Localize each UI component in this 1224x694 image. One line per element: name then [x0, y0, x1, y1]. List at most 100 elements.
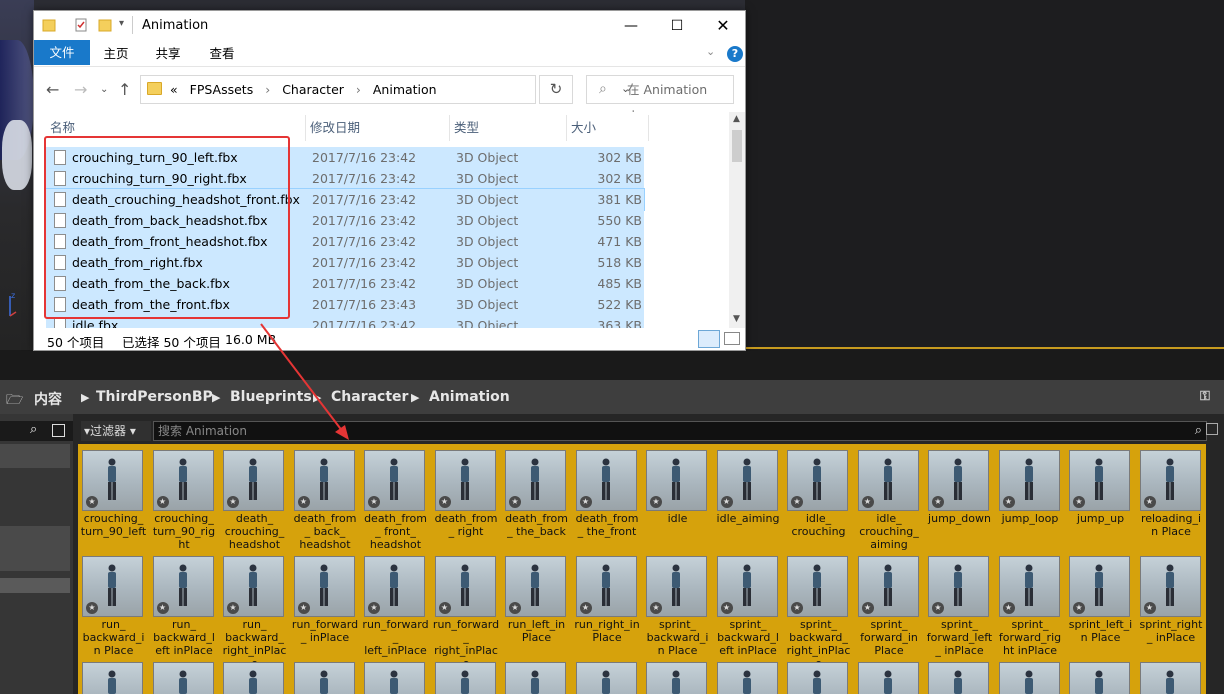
star-icon: ★	[861, 602, 874, 614]
character-figure-icon	[460, 670, 469, 694]
chevron-right-icon[interactable]: ›	[265, 82, 270, 97]
address-segment[interactable]: FPSAssets	[190, 82, 254, 97]
asset-grid[interactable]: ★ crouching_ turn_90_left ★ crouching_ turn…	[78, 444, 1206, 694]
asset-search-placeholder: 搜索 Animation	[158, 424, 247, 438]
address-bar[interactable]: « FPSAssets › Character › Animation ⌄	[140, 75, 630, 104]
search-input[interactable]: ⌕ 在 Animation 中...	[586, 75, 734, 124]
forward-arrow-icon[interactable]: →	[74, 80, 87, 99]
animation-thumbnail: ★	[1069, 450, 1130, 511]
tab-view[interactable]: 查看	[196, 43, 248, 65]
animation-thumbnail: ★	[998, 662, 1060, 694]
animation-thumbnail: ★	[82, 556, 143, 617]
scroll-up-icon[interactable]: ▲	[733, 114, 740, 124]
recent-locations-icon[interactable]: ⌄	[100, 84, 108, 95]
asset-label: sprint_ backward_left inPlace	[717, 618, 779, 657]
file-type: 3D Object	[456, 234, 519, 249]
vertical-scrollbar[interactable]: ▲ ▼	[729, 112, 745, 328]
new-folder-icon[interactable]	[98, 18, 112, 32]
sources-search[interactable]: ⌕	[0, 421, 73, 441]
breadcrumb-item[interactable]: ThirdPersonBP	[96, 389, 213, 405]
star-icon: ★	[579, 602, 592, 614]
animation-thumbnail: ★	[293, 450, 355, 511]
breadcrumb-item[interactable]: Animation	[429, 389, 510, 405]
chevron-right-icon[interactable]: ▶	[411, 391, 419, 404]
minimize-button[interactable]: —	[608, 11, 654, 40]
viewport-border	[745, 347, 1224, 349]
file-date: 2017/7/16 23:43	[312, 297, 417, 312]
star-icon: ★	[1073, 496, 1085, 508]
help-button[interactable]: ?	[727, 46, 743, 62]
character-figure-icon	[249, 564, 257, 606]
asset-label: death_from_ right	[434, 512, 498, 538]
asset-label: crouching_ turn_90_left	[80, 512, 147, 538]
source-folder-item[interactable]	[0, 444, 70, 468]
close-button[interactable]: ✕	[700, 11, 746, 40]
column-date[interactable]: 修改日期	[306, 115, 450, 141]
source-folder-item[interactable]	[0, 578, 70, 593]
large-icons-view-icon[interactable]	[724, 332, 740, 345]
viewport-dark-region	[745, 0, 1224, 350]
filter-button[interactable]: ▾过滤器 ▾	[81, 421, 151, 441]
star-icon: ★	[932, 496, 944, 508]
address-segment[interactable]: Character	[282, 82, 344, 97]
save-search-icon[interactable]	[1206, 423, 1218, 435]
file-size: 363 KB	[597, 318, 642, 328]
file-size: 522 KB	[597, 297, 642, 312]
title-separator	[132, 16, 133, 34]
asset-label: jump_up	[1076, 512, 1125, 525]
chevron-right-icon[interactable]: ›	[356, 82, 361, 97]
asset-label: reloading_in Place	[1140, 512, 1202, 538]
folder-open-icon[interactable]: 🗁	[6, 389, 23, 413]
file-date: 2017/7/16 23:42	[312, 318, 417, 328]
chevron-right-icon[interactable]: ▶	[313, 391, 321, 404]
back-arrow-icon[interactable]: ←	[46, 80, 59, 99]
tab-share[interactable]: 共享	[142, 43, 194, 65]
address-prefix[interactable]: «	[170, 82, 178, 97]
breadcrumb-item[interactable]: 内容	[34, 389, 62, 409]
source-folder-item[interactable]	[0, 526, 70, 571]
file-size: 381 KB	[597, 192, 642, 207]
star-icon: ★	[579, 496, 592, 508]
asset-label: jump_loop	[1001, 512, 1059, 525]
up-arrow-icon[interactable]: ↑	[118, 80, 131, 99]
search-icon[interactable]: ⌕	[30, 422, 37, 437]
star-icon: ★	[368, 496, 380, 508]
asset-view: ▾过滤器 ▾ 搜索 Animation ⌕ ★ crouching_ turn_9…	[73, 414, 1224, 694]
tab-file[interactable]: 文件	[34, 40, 90, 65]
breadcrumb-item[interactable]: Blueprints	[230, 389, 312, 405]
maximize-button[interactable]: ☐	[654, 11, 700, 40]
list-view-icon[interactable]	[52, 424, 65, 437]
scroll-down-icon[interactable]: ▼	[733, 314, 740, 324]
address-segment[interactable]: Animation	[373, 82, 437, 97]
file-date: 2017/7/16 23:42	[312, 234, 417, 249]
column-type[interactable]: 类型	[450, 115, 567, 141]
lock-icon[interactable]: ⚿	[1200, 389, 1216, 405]
tab-home[interactable]: 主页	[90, 43, 142, 65]
breadcrumb-item[interactable]: Character	[331, 389, 408, 405]
quick-access-dropdown-icon[interactable]: ▾	[119, 18, 124, 29]
animation-thumbnail: ★	[928, 662, 989, 694]
folder-icon	[42, 19, 56, 32]
asset-search-input[interactable]: 搜索 Animation ⌕	[153, 421, 1207, 441]
character-figure-icon	[883, 670, 892, 694]
file-size: 302 KB	[597, 150, 642, 165]
star-icon: ★	[861, 496, 874, 508]
column-size[interactable]: 大小	[567, 115, 649, 141]
animation-thumbnail: ★	[716, 450, 778, 511]
chevron-right-icon[interactable]: ▶	[81, 391, 89, 404]
details-view-icon[interactable]	[698, 330, 720, 348]
properties-icon[interactable]	[74, 18, 88, 32]
character-figure-icon	[883, 458, 892, 500]
sources-panel: ⌕	[0, 414, 73, 694]
address-path: « FPSAssets › Character › Animation	[170, 82, 445, 97]
animation-thumbnail: ★	[505, 556, 566, 617]
ribbon-tabs: 文件 主页 共享 查看 ⌄ ?	[34, 40, 745, 65]
refresh-button[interactable]: ↻	[539, 75, 573, 104]
scrollbar-thumb[interactable]	[732, 130, 742, 162]
animation-thumbnail: ★	[223, 450, 284, 511]
asset-label: sprint_right_ inPlace	[1139, 618, 1203, 644]
expand-ribbon-icon[interactable]: ⌄	[706, 45, 715, 58]
search-icon[interactable]: ⌕	[1195, 422, 1202, 440]
title-bar[interactable]: ▾ Animation — ☐ ✕	[34, 11, 745, 40]
chevron-right-icon[interactable]: ▶	[212, 391, 220, 404]
